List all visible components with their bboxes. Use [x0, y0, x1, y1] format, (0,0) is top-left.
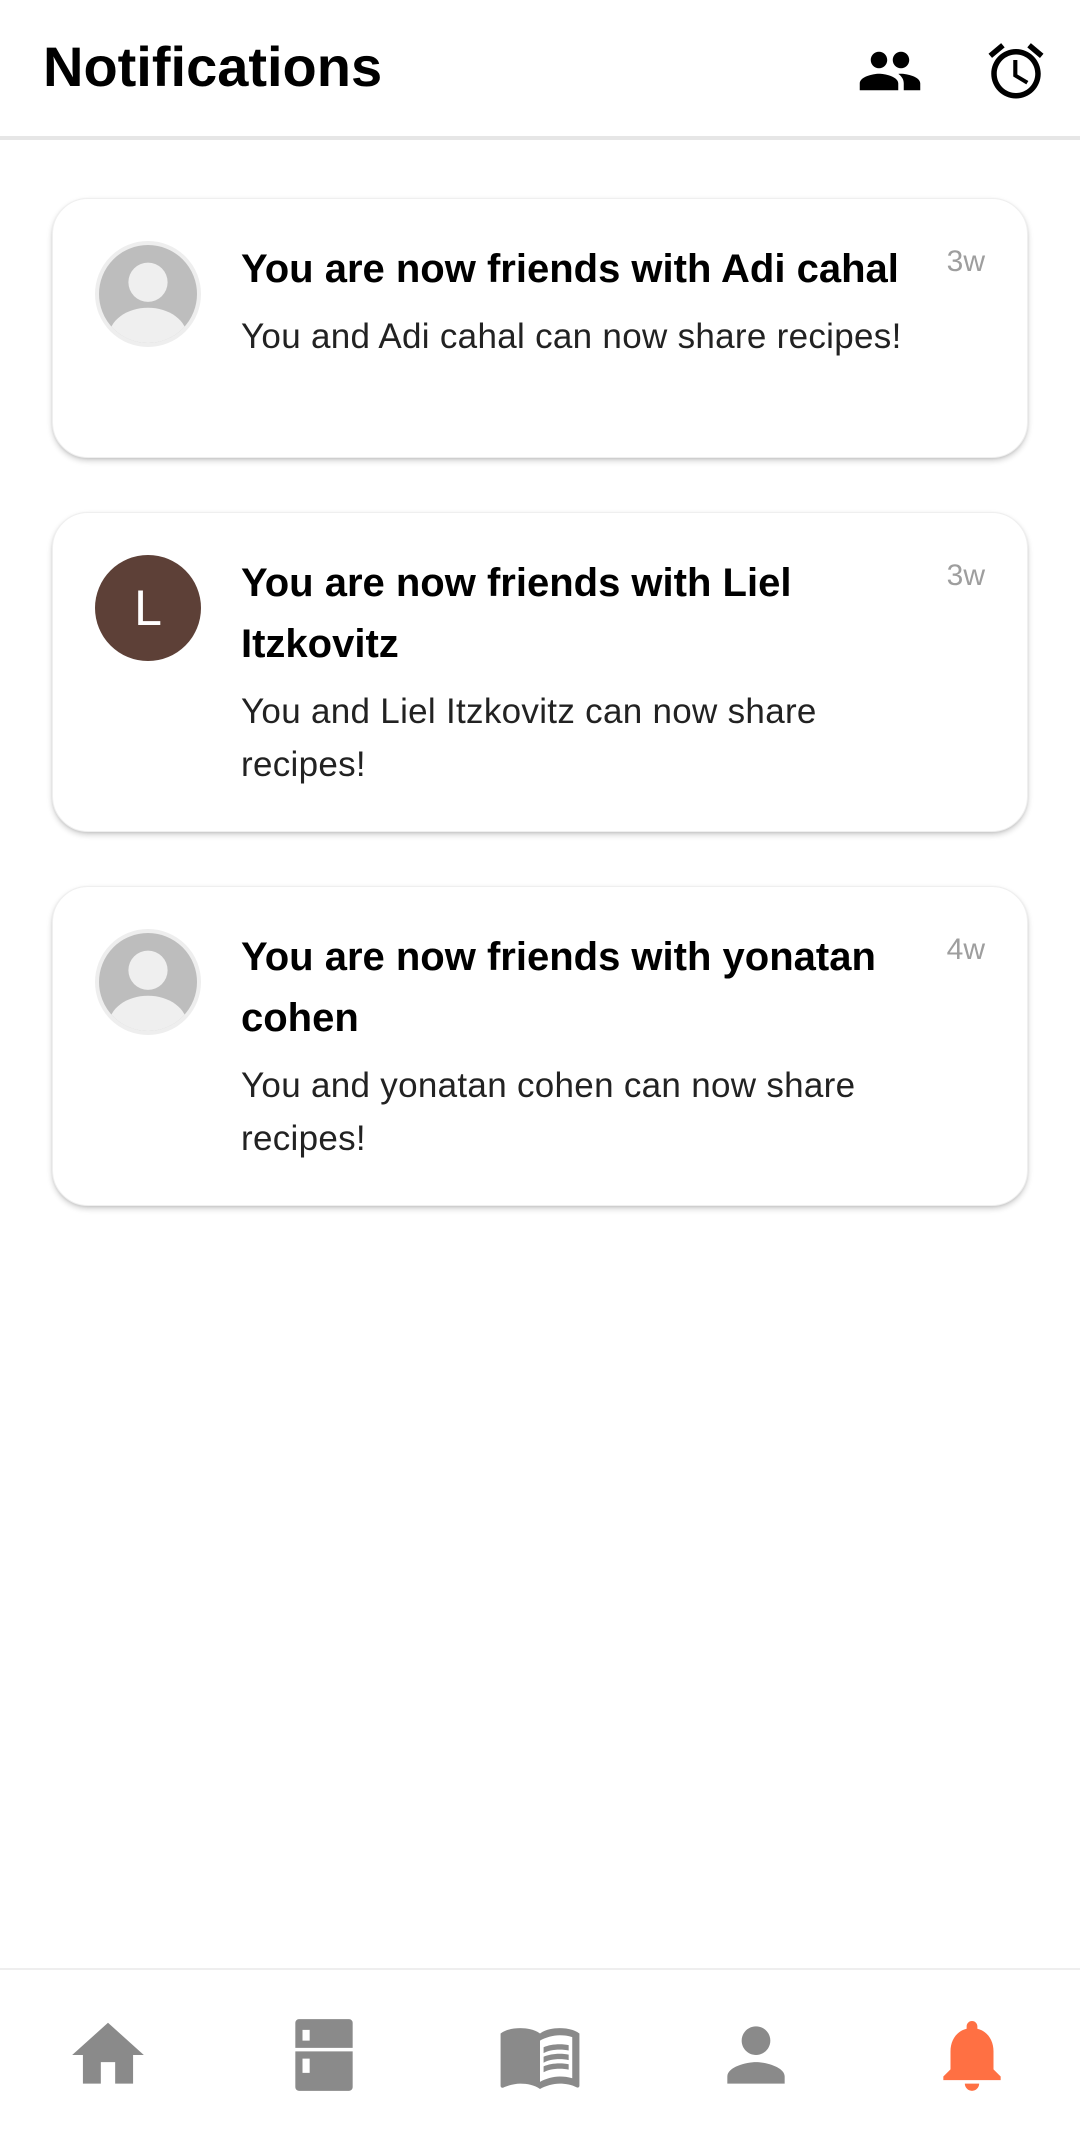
bottom-navigation: [0, 1968, 1080, 2148]
notification-content: You are now friends with yonatan cohen Y…: [241, 927, 931, 1165]
notification-card[interactable]: L You are now friends with Liel Itzkovit…: [52, 512, 1028, 832]
notification-content: You are now friends with Adi cahal You a…: [241, 239, 931, 363]
notification-content: You are now friends with Liel Itzkovitz …: [241, 553, 931, 791]
profile-icon: [727, 2026, 785, 2084]
notification-body: You and Adi cahal can now share recipes!: [241, 317, 902, 356]
notification-card[interactable]: You are now friends with Adi cahal You a…: [52, 198, 1028, 458]
avatar: [95, 929, 201, 1035]
avatar: L: [95, 555, 201, 661]
friends-button[interactable]: [857, 38, 923, 104]
friends-icon: [859, 51, 921, 91]
page-title: Notifications: [43, 35, 383, 98]
nav-recipes[interactable]: [495, 2010, 585, 2100]
nav-fridge[interactable]: [279, 2010, 369, 2100]
notification-card[interactable]: You are now friends with yonatan cohen Y…: [52, 886, 1028, 1206]
alarm-clock-icon: [988, 43, 1044, 99]
notifications-icon: [943, 2020, 1001, 2091]
notification-title: You are now friends with Adi cahal: [241, 247, 899, 291]
default-person-icon: [108, 950, 188, 1031]
app-bar: Notifications: [0, 0, 1080, 140]
nav-home[interactable]: [63, 2010, 153, 2100]
fridge-icon: [295, 2019, 353, 2091]
home-icon: [72, 2022, 144, 2084]
book-icon: [500, 2028, 580, 2090]
notification-body: You and yonatan cohen can now share reci…: [241, 1066, 856, 1158]
notification-body: You and Liel Itzkovitz can now share rec…: [241, 692, 817, 784]
notification-time: 3w: [946, 245, 985, 278]
app-root: Notifications You are now friends with A…: [0, 0, 1080, 2148]
nav-profile[interactable]: [711, 2010, 801, 2100]
alarm-button[interactable]: [983, 38, 1049, 104]
avatar: [95, 241, 201, 347]
notification-time: 4w: [946, 933, 985, 966]
notification-title: You are now friends with yonatan cohen: [241, 935, 876, 1040]
notification-title: You are now friends with Liel Itzkovitz: [241, 561, 792, 666]
nav-notifications[interactable]: [927, 2010, 1017, 2100]
notification-list: You are now friends with Adi cahal You a…: [52, 198, 1028, 1260]
avatar-letter: L: [134, 580, 162, 636]
notification-time: 3w: [946, 559, 985, 592]
default-person-icon: [108, 262, 188, 343]
